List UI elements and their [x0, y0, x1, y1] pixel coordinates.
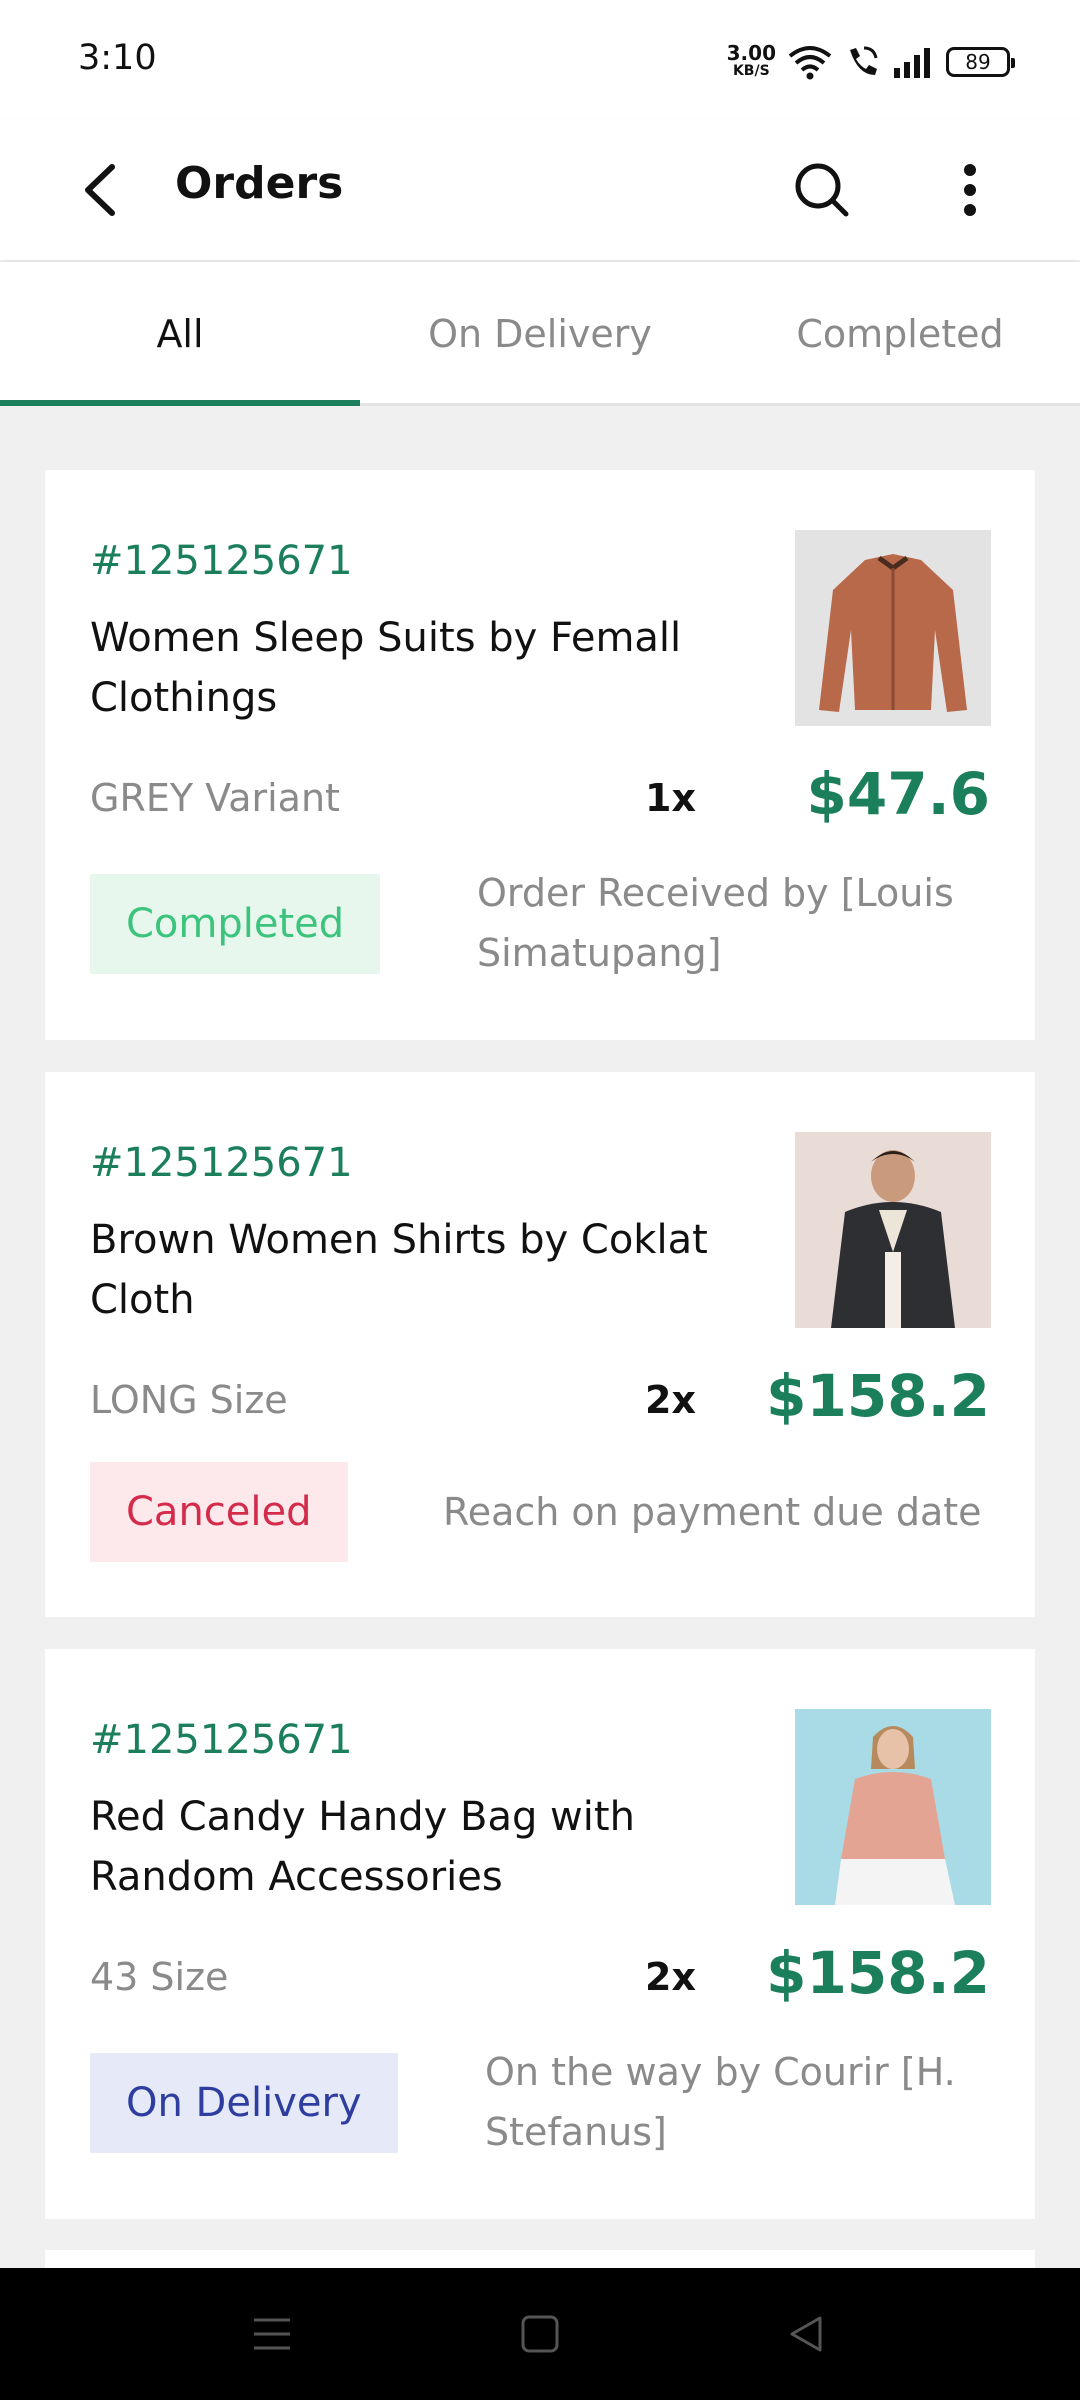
- network-speed: 3.00 KB/S: [727, 43, 776, 80]
- network-speed-unit: KB/S: [732, 63, 770, 79]
- system-nav-bar: [0, 2268, 1080, 2400]
- quantity: 2x: [645, 1378, 696, 1422]
- jacket-image: [795, 530, 991, 726]
- status-badge: Canceled: [90, 1462, 348, 1562]
- product-variant: GREY Variant: [90, 776, 340, 820]
- wifi-icon: [788, 46, 832, 80]
- order-note: Order Received by [Louis Simatupang]: [477, 871, 954, 975]
- status-time: 3:10: [78, 38, 157, 78]
- back-nav-button[interactable]: [776, 2304, 836, 2364]
- tab-completed[interactable]: Completed: [720, 262, 1080, 406]
- wifi-call-icon: [850, 46, 878, 75]
- order-card[interactable]: #125125671 Red Candy Handy Bag with Rand…: [45, 1649, 1035, 2219]
- status-bar: 3:10 3.00 KB/S 89: [0, 0, 1080, 120]
- back-arrow-icon: [85, 164, 115, 216]
- pink-jacket-image: [795, 1709, 991, 1905]
- status-badge: Completed: [90, 874, 381, 974]
- menu-button[interactable]: [242, 2304, 302, 2364]
- product-name: Women Sleep Suits by Femall Clothings: [90, 615, 682, 721]
- app-bar: Orders: [0, 120, 1080, 260]
- denim-jacket-image: [795, 1132, 991, 1328]
- home-square-icon: [521, 2315, 559, 2353]
- order-card[interactable]: #125125671 Women Sleep Suits by Femall C…: [45, 470, 1035, 1040]
- product-variant: 43 Size: [90, 1955, 229, 1999]
- order-price: $47.6: [806, 760, 990, 828]
- menu-icon: [254, 2318, 290, 2350]
- order-id: #125125671: [90, 1140, 353, 1186]
- order-note: Reach on payment due date: [443, 1490, 982, 1534]
- search-icon: [795, 163, 849, 217]
- search-button[interactable]: [782, 150, 862, 230]
- order-id: #125125671: [90, 538, 353, 584]
- back-triangle-icon: [790, 2316, 822, 2352]
- order-note: On the way by Courir [H. Stefanus]: [485, 2050, 956, 2154]
- tab-all[interactable]: All: [0, 262, 360, 406]
- order-card[interactable]: #125125671 Brown Women Shirts by Coklat …: [45, 1072, 1035, 1617]
- order-price: $158.2: [766, 1939, 990, 2007]
- order-tabs: All On Delivery Completed: [0, 262, 1080, 406]
- status-badge: On Delivery: [90, 2053, 398, 2153]
- battery-icon: 89: [946, 47, 1015, 77]
- more-options-button[interactable]: [930, 150, 1010, 230]
- back-button[interactable]: [60, 150, 140, 230]
- battery-level: 89: [965, 50, 991, 74]
- signal-icon: [894, 48, 930, 78]
- product-name: Brown Women Shirts by Coklat Cloth: [90, 1217, 708, 1323]
- tab-active-indicator: [0, 400, 360, 406]
- quantity: 1x: [645, 776, 696, 820]
- product-image[interactable]: [795, 1709, 991, 1905]
- quantity: 2x: [645, 1955, 696, 1999]
- tab-on-delivery[interactable]: On Delivery: [360, 262, 720, 406]
- order-id: #125125671: [90, 1717, 353, 1763]
- product-variant: LONG Size: [90, 1378, 288, 1422]
- home-button[interactable]: [510, 2304, 570, 2364]
- order-price: $158.2: [766, 1362, 990, 1430]
- product-image[interactable]: [795, 530, 991, 726]
- more-vert-icon: [964, 164, 976, 216]
- product-image[interactable]: [795, 1132, 991, 1328]
- product-name: Red Candy Handy Bag with Random Accessor…: [90, 1794, 635, 1900]
- status-icons: 3.00 KB/S 89: [727, 38, 1015, 86]
- page-title: Orders: [175, 158, 344, 209]
